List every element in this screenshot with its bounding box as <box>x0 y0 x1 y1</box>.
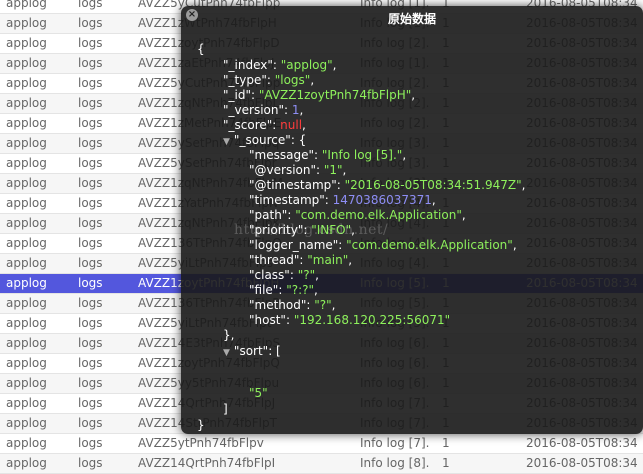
timestamp-cell: 2016-08-05T08:34 <box>526 436 638 450</box>
json-line: } <box>197 418 205 432</box>
timestamp-cell: 2016-08-05T08:34 <box>526 456 638 470</box>
type-cell: logs <box>78 196 103 210</box>
type-cell: logs <box>78 156 103 170</box>
index-cell: applog <box>6 296 47 310</box>
type-cell: logs <box>78 0 103 10</box>
index-cell: applog <box>6 356 47 370</box>
index-cell: applog <box>6 236 47 250</box>
type-cell: logs <box>78 276 103 290</box>
type-cell: logs <box>78 376 103 390</box>
id-cell: AVZZ5ytPnh74fbFlpv <box>138 436 264 450</box>
table-row[interactable]: applog logs AVZZ5ytPnh74fbFlpv Info log [7]… <box>0 434 643 454</box>
type-cell: logs <box>78 36 103 50</box>
index-cell: applog <box>6 196 47 210</box>
index-cell: applog <box>6 456 47 470</box>
index-cell: applog <box>6 436 47 450</box>
index-cell: applog <box>6 0 47 10</box>
json-line: ▼ "sort": [ <box>223 344 281 358</box>
index-cell: applog <box>6 316 47 330</box>
json-line: "host": "192.168.120.225:56071" <box>249 313 451 327</box>
type-cell: logs <box>78 396 103 410</box>
type-cell: logs <box>78 436 103 450</box>
type-cell: logs <box>78 416 103 430</box>
index-cell: applog <box>6 396 47 410</box>
id-cell: AVZZ14QrtPnh74fbFlpI <box>138 456 276 470</box>
type-cell: logs <box>78 336 103 350</box>
index-cell: applog <box>6 96 47 110</box>
version-cell: 1 <box>442 456 450 470</box>
index-cell: applog <box>6 76 47 90</box>
message-cell: Info log [8]. <box>360 456 430 470</box>
type-cell: logs <box>78 256 103 270</box>
table-row[interactable]: applog logs AVZZ14QrtPnh74fbFlpI Info log [… <box>0 454 643 474</box>
index-cell: applog <box>6 376 47 390</box>
index-cell: applog <box>6 36 47 50</box>
index-cell: applog <box>6 216 47 230</box>
index-cell: applog <box>6 176 47 190</box>
json-line: { <box>197 42 205 56</box>
json-line: ] <box>223 402 228 416</box>
type-cell: logs <box>78 176 103 190</box>
message-cell: Info log [7]. <box>360 436 430 450</box>
index-cell: applog <box>6 336 47 350</box>
index-cell: applog <box>6 416 47 430</box>
type-cell: logs <box>78 456 103 470</box>
type-cell: logs <box>78 236 103 250</box>
type-cell: logs <box>78 296 103 310</box>
type-cell: logs <box>78 76 103 90</box>
index-cell: applog <box>6 256 47 270</box>
type-cell: logs <box>78 16 103 30</box>
index-cell: applog <box>6 56 47 70</box>
index-cell: applog <box>6 156 47 170</box>
collapse-triangle-icon[interactable]: ▼ <box>223 137 230 147</box>
index-cell: applog <box>6 16 47 30</box>
raw-data-dialog: × 原始数据 { "_index": "applog", "_type": "l… <box>181 6 643 434</box>
json-line: "5" <box>249 386 268 400</box>
index-cell: applog <box>6 136 47 150</box>
type-cell: logs <box>78 136 103 150</box>
type-cell: logs <box>78 356 103 370</box>
dialog-title: 原始数据 <box>387 12 436 26</box>
index-cell: applog <box>6 116 47 130</box>
type-cell: logs <box>78 316 103 330</box>
type-cell: logs <box>78 116 103 130</box>
type-cell: logs <box>78 56 103 70</box>
collapse-triangle-icon[interactable]: ▼ <box>223 348 230 358</box>
type-cell: logs <box>78 216 103 230</box>
watermark: http://blog.csdn.net/ <box>234 222 389 238</box>
index-cell: applog <box>6 276 47 290</box>
version-cell: 1 <box>442 436 450 450</box>
type-cell: logs <box>78 96 103 110</box>
